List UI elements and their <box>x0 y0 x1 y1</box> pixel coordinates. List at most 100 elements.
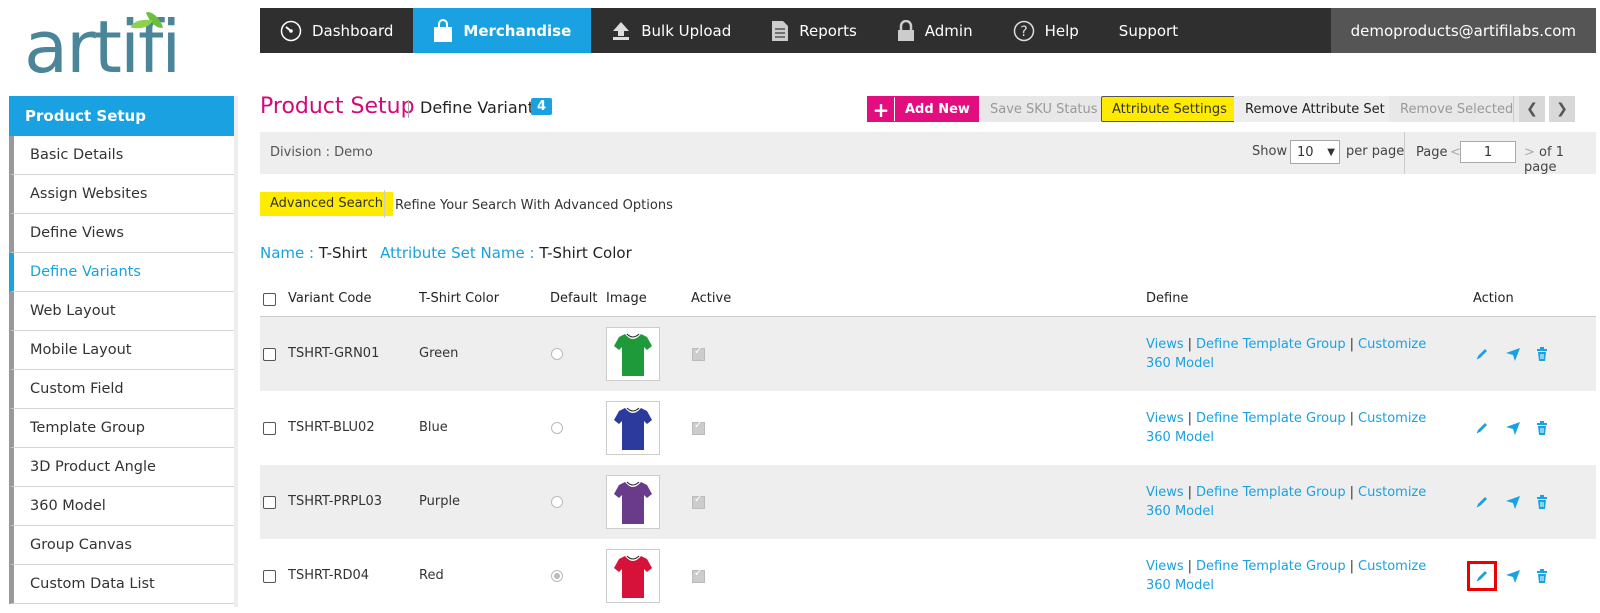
default-radio[interactable] <box>551 422 563 434</box>
nav-reports[interactable]: Reports <box>751 8 877 53</box>
send-paper-plane-icon[interactable] <box>1505 494 1521 510</box>
table-row: TSHRT-GRN01 Green Views|Define Template … <box>260 317 1596 391</box>
views-link[interactable]: Views <box>1146 411 1184 426</box>
variants-table: Variant Code T-Shirt Color Default Image… <box>260 282 1596 613</box>
sidebar-scrollbar[interactable] <box>234 96 238 607</box>
define-template-group-link[interactable]: Define Template Group <box>1196 411 1346 426</box>
sidebar-item-group-canvas[interactable]: Group Canvas <box>9 526 235 565</box>
active-checkbox[interactable] <box>692 346 705 361</box>
views-link[interactable]: Views <box>1146 559 1184 574</box>
sidebar-item-define-variants[interactable]: Define Variants <box>9 253 235 292</box>
edit-pencil-icon[interactable] <box>1474 420 1490 436</box>
page-number-input[interactable]: 1 <box>1460 141 1516 163</box>
nav-label: Dashboard <box>312 21 394 40</box>
page-size-value: 10 <box>1297 145 1314 160</box>
define-links: Views | Define Template Group | Customize 36… <box>1146 483 1446 521</box>
nav-support[interactable]: Support <box>1099 8 1198 53</box>
row-checkbox[interactable] <box>263 496 276 509</box>
sidebar-item-mobile-layout[interactable]: Mobile Layout <box>9 331 235 370</box>
nav-dashboard[interactable]: Dashboard <box>260 8 413 53</box>
link-separator: | <box>1349 485 1355 500</box>
nav-label: Bulk Upload <box>641 21 732 40</box>
chevron-down-icon: ▼ <box>1327 147 1335 158</box>
attribute-settings-button[interactable]: Attribute Settings <box>1101 96 1238 122</box>
sidebar-item-3d-product-angle[interactable]: 3D Product Angle <box>9 448 235 487</box>
define-template-group-link[interactable]: Define Template Group <box>1196 337 1346 352</box>
prev-arrow-icon[interactable]: ❮ <box>1519 96 1545 122</box>
variant-color: Green <box>419 346 459 361</box>
views-link[interactable]: Views <box>1146 485 1184 500</box>
active-checkbox[interactable] <box>692 420 705 435</box>
next-arrow-icon[interactable]: ❯ <box>1549 96 1575 122</box>
page-size-select[interactable]: 10 ▼ <box>1290 140 1340 164</box>
variant-image[interactable] <box>606 475 660 529</box>
add-new-label: Add New <box>905 102 970 117</box>
default-radio[interactable] <box>551 570 563 582</box>
page-next-button[interactable]: > <box>1524 145 1535 160</box>
sidebar-item-custom-field[interactable]: Custom Field <box>9 370 235 409</box>
sidebar-item-template-group[interactable]: Template Group <box>9 409 235 448</box>
sidebar-item-define-views[interactable]: Define Views <box>9 214 235 253</box>
save-sku-status-button[interactable]: Save SKU Status <box>979 96 1109 122</box>
filter-bar: Division : Demo Show 10 ▼ per page Page … <box>260 132 1596 175</box>
trash-icon[interactable] <box>1534 346 1550 362</box>
variant-image[interactable] <box>606 327 660 381</box>
attribute-set-label: Attribute Set Name : <box>380 244 535 262</box>
nav-bulk-upload[interactable]: Bulk Upload <box>591 8 751 53</box>
table-row: TSHRT-PRPL03 Purple Views |Define Templat… <box>260 465 1596 539</box>
views-link[interactable]: Views <box>1146 337 1184 352</box>
edit-pencil-icon[interactable] <box>1474 494 1490 510</box>
sidebar-header[interactable]: Product Setup <box>9 96 235 136</box>
tshirt-icon <box>614 555 652 598</box>
svg-text:?: ? <box>1020 24 1027 40</box>
active-checkbox[interactable] <box>692 494 705 509</box>
active-checkbox[interactable] <box>692 568 705 583</box>
column-active: Active <box>691 291 732 306</box>
name-value: T-Shirt <box>318 244 368 262</box>
sidebar: Product Setup Basic Details Assign Websi… <box>9 96 235 604</box>
table-header: Variant Code T-Shirt Color Default Image… <box>260 282 1596 317</box>
define-template-group-link[interactable]: Define Template Group <box>1196 485 1346 500</box>
variant-code: TSHRT-BLU02 <box>288 420 375 435</box>
dashboard-gauge-icon <box>280 20 302 42</box>
trash-icon[interactable] <box>1534 420 1550 436</box>
default-radio[interactable] <box>551 348 563 360</box>
sidebar-item-assign-websites[interactable]: Assign Websites <box>9 175 235 214</box>
send-paper-plane-icon[interactable] <box>1505 568 1521 584</box>
add-new-button[interactable]: + Add New <box>867 96 981 122</box>
sidebar-item-custom-data-list[interactable]: Custom Data List <box>9 565 235 604</box>
sidebar-item-360-model[interactable]: 360 Model <box>9 487 235 526</box>
variant-color: Purple <box>419 494 461 509</box>
select-all-checkbox[interactable] <box>263 293 276 306</box>
row-checkbox[interactable] <box>263 422 276 435</box>
advanced-search-button[interactable]: Advanced Search <box>260 192 394 216</box>
define-template-group-link[interactable]: Define Template Group <box>1196 559 1346 574</box>
artifi-logo[interactable]: artifi <box>24 5 204 89</box>
tshirt-icon <box>614 407 652 450</box>
nav-merchandise[interactable]: Merchandise <box>413 8 592 53</box>
edit-pencil-icon[interactable] <box>1467 561 1497 591</box>
edit-pencil-icon[interactable] <box>1474 346 1490 362</box>
remove-selected-button[interactable]: Remove Selected <box>1389 96 1525 122</box>
trash-icon[interactable] <box>1534 494 1550 510</box>
send-paper-plane-icon[interactable] <box>1505 420 1521 436</box>
remove-attribute-set-button[interactable]: Remove Attribute Set <box>1234 96 1396 122</box>
row-checkbox[interactable] <box>263 348 276 361</box>
nav-help[interactable]: ? Help <box>993 8 1099 53</box>
help-circle-icon: ? <box>1013 20 1035 42</box>
sidebar-item-web-layout[interactable]: Web Layout <box>9 292 235 331</box>
nav-label: Reports <box>799 21 857 40</box>
user-account[interactable]: demoproducts@artifilabs.com <box>1330 8 1596 53</box>
column-action: Action <box>1473 291 1514 306</box>
row-checkbox[interactable] <box>263 570 276 583</box>
sidebar-item-basic-details[interactable]: Basic Details <box>9 136 235 175</box>
trash-icon[interactable] <box>1534 568 1550 584</box>
default-radio[interactable] <box>551 496 563 508</box>
nav-admin[interactable]: Admin <box>877 8 993 53</box>
variant-image[interactable] <box>606 549 660 603</box>
link-separator: | <box>1349 559 1355 574</box>
variant-code: TSHRT-PRPL03 <box>288 494 382 509</box>
send-paper-plane-icon[interactable] <box>1505 346 1521 362</box>
variant-image[interactable] <box>606 401 660 455</box>
